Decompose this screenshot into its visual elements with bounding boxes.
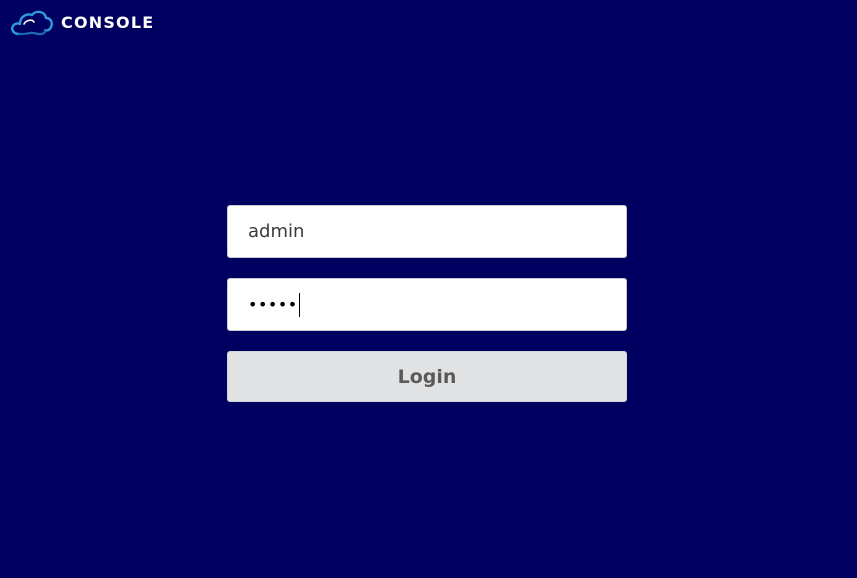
password-field[interactable]: ••••• [227, 278, 627, 331]
brand-title: CONSOLE [61, 13, 155, 32]
login-button[interactable]: Login [227, 351, 627, 402]
username-value: admin [248, 221, 305, 242]
cloud-icon [11, 10, 53, 36]
brand-header: CONSOLE [10, 7, 154, 39]
password-value: ••••• [248, 295, 298, 314]
login-form: admin ••••• Login [227, 205, 627, 402]
username-field[interactable]: admin [227, 205, 627, 258]
text-cursor [298, 292, 300, 317]
